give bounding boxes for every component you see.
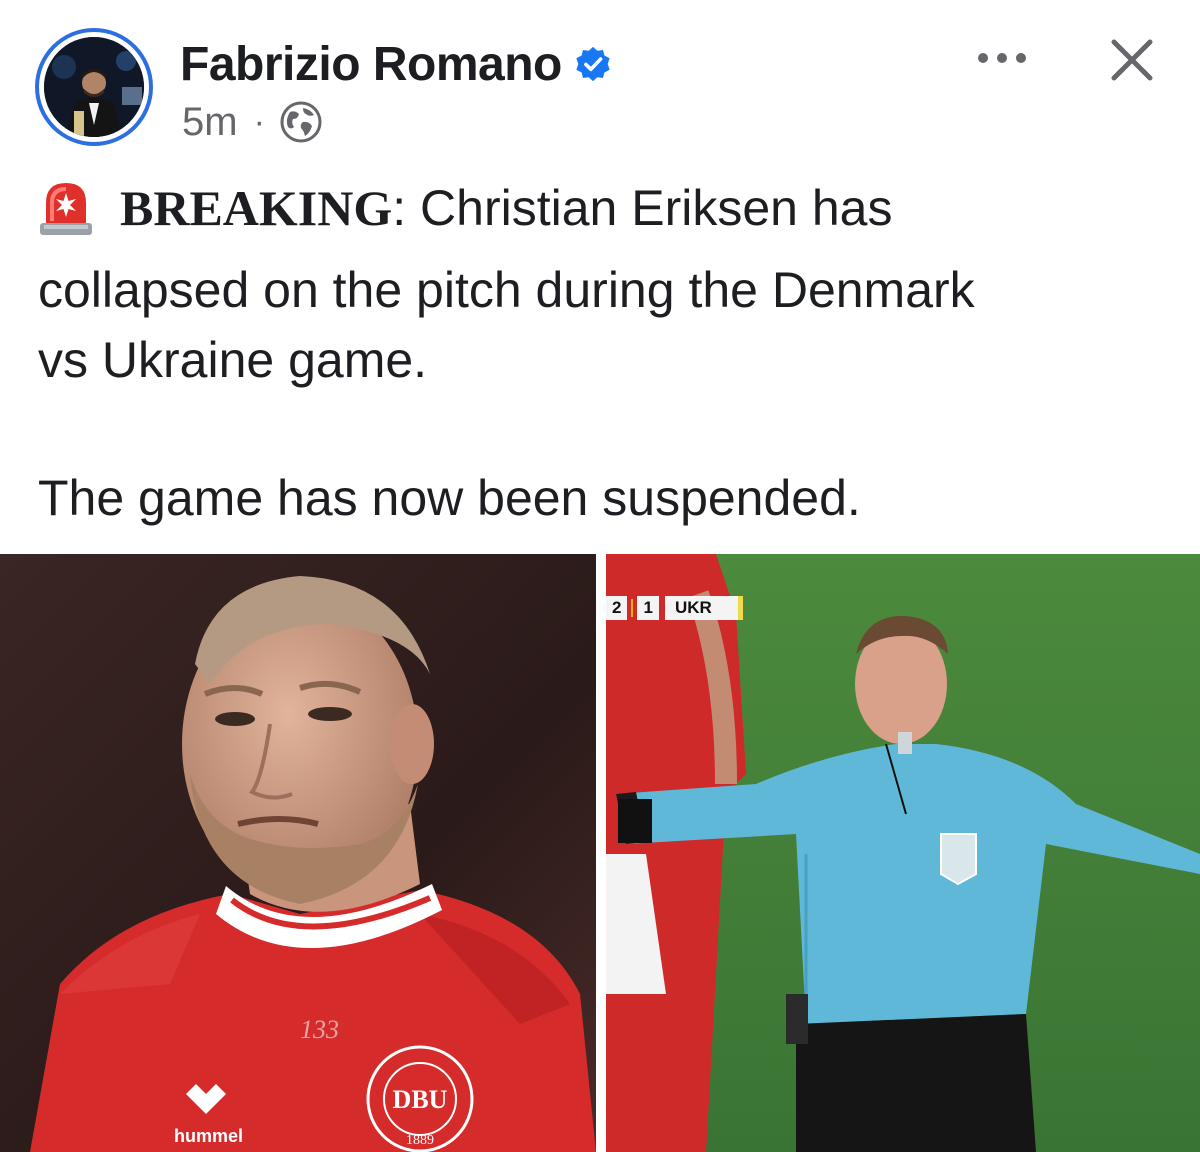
avatar-border: [39, 32, 149, 142]
referee-image: [606, 554, 1200, 1152]
siren-emoji-icon: [40, 183, 92, 235]
post-text-line-1: BREAKING: Christian Eriksen has: [38, 174, 1168, 242]
meta-separator: ·: [253, 102, 265, 141]
post-text-line-3: vs Ukraine game.: [38, 332, 428, 388]
more-options-button[interactable]: [970, 32, 1034, 84]
close-icon: [1111, 39, 1153, 81]
author-row: Fabrizio Romano: [180, 34, 612, 94]
globe-icon[interactable]: [279, 100, 323, 144]
shirt-number: 133: [300, 1015, 339, 1044]
dbu-badge-text: DBU: [393, 1085, 448, 1114]
avatar-image: [44, 37, 144, 137]
post-meta: 5m ·: [182, 96, 323, 148]
dbu-badge-year: 1889: [406, 1133, 434, 1148]
post-text-line-4: The game has now been suspended.: [38, 470, 861, 526]
post-timestamp[interactable]: 5m: [182, 100, 238, 145]
score-away: 1: [637, 596, 659, 620]
avatar[interactable]: [44, 37, 144, 137]
score-bug: 2 1 UKR: [606, 596, 743, 620]
breaking-label: BREAKING: [120, 180, 393, 236]
score-team: UKR: [664, 596, 743, 620]
hummel-text: hummel: [174, 1126, 243, 1146]
photo-player-portrait[interactable]: 133 hummel DBU 1889: [0, 554, 596, 1152]
player-portrait-image: 133 hummel DBU 1889: [0, 554, 596, 1152]
more-options-icon: [978, 53, 1026, 63]
post-text-line-2: collapsed on the pitch during the Denmar…: [38, 262, 975, 318]
close-button[interactable]: [1102, 30, 1162, 90]
author-avatar-ring[interactable]: [35, 28, 153, 146]
score-home: 2: [606, 596, 628, 620]
score-divider: [631, 599, 634, 617]
post-text-line-1-rest: : Christian Eriksen has: [392, 180, 893, 236]
photo-referee[interactable]: 2 1 UKR: [606, 554, 1200, 1152]
author-name[interactable]: Fabrizio Romano: [180, 37, 562, 92]
dbu-badge: DBU 1889: [366, 1045, 474, 1152]
verified-badge-icon: [576, 46, 610, 82]
